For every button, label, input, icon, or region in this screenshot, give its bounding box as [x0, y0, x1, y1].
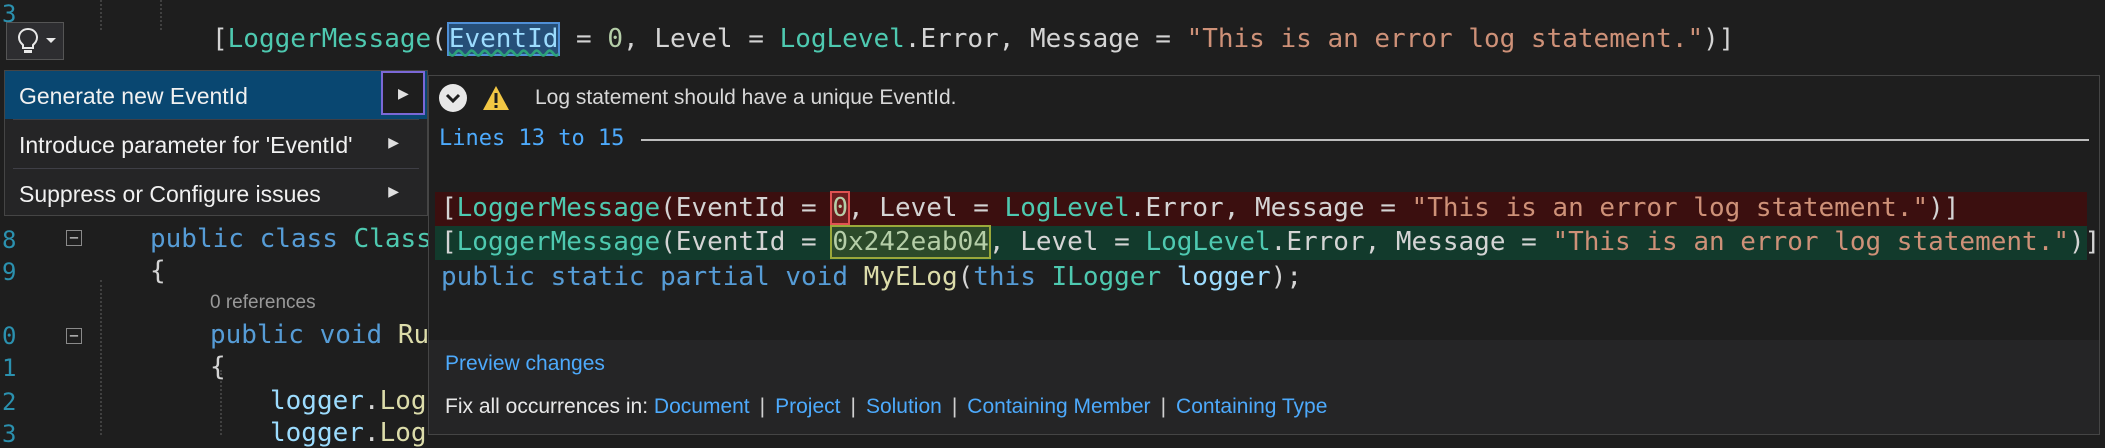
chevron-right-icon: ▶ — [388, 183, 399, 199]
lines-header: Lines 13 to 15 — [439, 126, 625, 151]
menu-item-label: Introduce parameter for 'EventId' — [19, 132, 353, 158]
submenu-expand-button[interactable]: ▶ — [381, 71, 425, 115]
menu-item-generate-eventid[interactable]: Generate new EventId ▶ — [5, 71, 427, 119]
fold-collapse-icon[interactable]: − — [66, 328, 82, 344]
code-line-brace: { — [150, 256, 166, 286]
code-line-class: public class Class — [150, 224, 432, 254]
line-number: 0 — [2, 322, 17, 350]
scope-solution-link[interactable]: Solution — [866, 395, 942, 418]
scope-document-link[interactable]: Document — [654, 395, 750, 418]
code-line-attribute: [LoggerMessage(EventId = 0, Level = LogL… — [212, 22, 1735, 56]
separator: | — [951, 395, 958, 418]
added-value-highlight: 0x242eab04 — [830, 225, 991, 259]
separator: | — [1160, 395, 1167, 418]
collapse-chevron-button[interactable] — [439, 84, 467, 112]
menu-item-suppress-configure[interactable]: Suppress or Configure issues ▶ — [5, 169, 427, 217]
lightbulb-icon — [17, 27, 39, 53]
warning-icon — [483, 86, 509, 110]
indent-guide — [100, 280, 102, 435]
menu-item-label: Suppress or Configure issues — [19, 181, 321, 207]
eventid-token: EventId — [446, 22, 561, 56]
indent-guide — [160, 0, 162, 30]
line-number: 3 — [2, 420, 17, 448]
codelens-references[interactable]: 0 references — [210, 292, 316, 314]
separator: | — [759, 395, 766, 418]
line-number: 9 — [2, 258, 17, 286]
diff-added-line: [LoggerMessage(EventId = 0x242eab04, Lev… — [435, 225, 2100, 260]
fix-all-label: Fix all occurrences in: — [445, 395, 649, 418]
scope-containing-type-link[interactable]: Containing Type — [1176, 395, 1327, 418]
diagnostic-message: Log statement should have a unique Event… — [535, 86, 957, 109]
code-line-brace: { — [210, 352, 226, 382]
diff-context-line: public static partial void MyELog(this I… — [441, 262, 1302, 292]
header-divider — [641, 139, 2089, 141]
line-number: 1 — [2, 354, 17, 382]
preview-footer: Preview changes Fix all occurrences in: … — [429, 340, 2099, 434]
menu-item-label: Generate new EventId — [19, 83, 248, 109]
code-line-method: public void Ru — [210, 320, 430, 350]
fix-all-row: Fix all occurrences in: Document | Project… — [445, 395, 1327, 419]
chevron-right-icon: ▶ — [388, 134, 399, 150]
line-number: 2 — [2, 388, 17, 416]
quick-actions-menu[interactable]: Generate new EventId ▶ Introduce paramet… — [4, 70, 428, 216]
preview-pane: Log statement should have a unique Event… — [428, 75, 2100, 435]
chevron-down-icon — [46, 38, 56, 43]
indent-guide — [100, 0, 102, 30]
fold-collapse-icon[interactable]: − — [66, 230, 82, 246]
scope-project-link[interactable]: Project — [775, 395, 840, 418]
removed-value-highlight: 0 — [830, 191, 850, 225]
separator: | — [850, 395, 856, 418]
menu-item-introduce-parameter[interactable]: Introduce parameter for 'EventId' ▶ — [5, 120, 427, 168]
lightbulb-button[interactable] — [6, 22, 64, 60]
line-number: 8 — [2, 226, 17, 254]
code-line-logger: logger.Log — [270, 386, 427, 416]
code-line-logger: logger.Log — [270, 418, 427, 448]
preview-changes-link[interactable]: Preview changes — [445, 352, 605, 376]
chevron-down-icon — [445, 93, 461, 104]
chevron-right-icon: ▶ — [398, 85, 409, 101]
diff-removed-line: [LoggerMessage(EventId = 0, Level = LogL… — [435, 191, 2087, 226]
scope-containing-member-link[interactable]: Containing Member — [967, 395, 1150, 418]
